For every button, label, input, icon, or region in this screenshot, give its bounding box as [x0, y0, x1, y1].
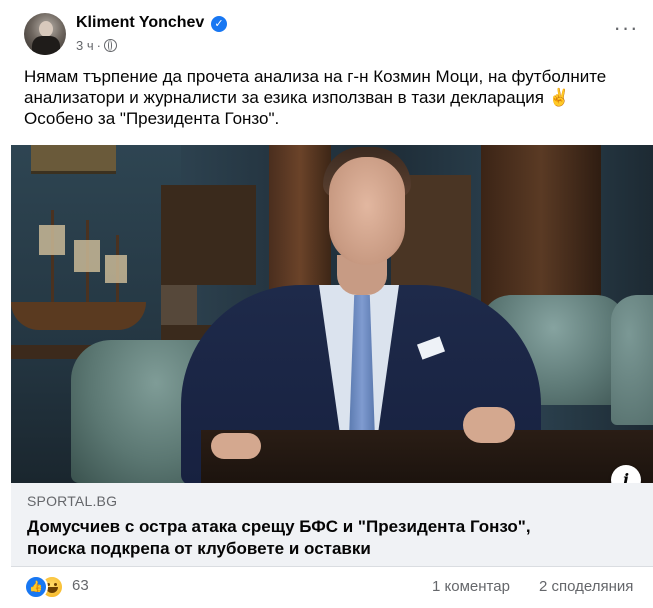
avatar-body [32, 36, 60, 55]
photo-desk [201, 430, 653, 483]
photo-armchair [611, 295, 653, 425]
post-text-line: Нямам търпение да прочета анализа на г-н… [24, 67, 607, 86]
facebook-post: Kliment Yonchev ✓ 3 ч · ··· Нямам търпени… [0, 0, 653, 608]
link-preview[interactable]: SPORTAL.BG Домусчиев с остра атака срещу… [11, 483, 653, 567]
avatar-head [39, 21, 53, 37]
shares-count[interactable]: 2 споделяния [539, 578, 633, 595]
verified-badge-icon: ✓ [211, 16, 227, 32]
link-preview-image[interactable] [11, 145, 653, 483]
post-text-line: Особено за "Президента Гонзо". [24, 109, 280, 128]
post-meta: 3 ч · [76, 38, 117, 53]
globe-icon[interactable] [103, 39, 117, 52]
link-source: SPORTAL.BG [27, 493, 118, 509]
link-title-line: Домусчиев с остра атака срещу БФС и "Пре… [27, 517, 531, 536]
author-name[interactable]: Kliment Yonchev [76, 14, 204, 32]
post-text: Нямам търпение да прочета анализа на г-н… [24, 66, 639, 129]
post-time[interactable]: 3 ч [76, 38, 94, 53]
photo-frame [31, 145, 116, 174]
meta-separator: · [96, 38, 101, 53]
photo-face [329, 157, 405, 265]
more-options-icon[interactable]: ··· [613, 17, 639, 42]
photo-hand [463, 407, 515, 443]
photo-hand [211, 433, 261, 459]
comments-count[interactable]: 1 коментар [432, 578, 510, 595]
photo-ship-model [11, 210, 151, 335]
like-icon: 👍 [24, 575, 48, 599]
author-avatar[interactable] [24, 13, 66, 55]
post-text-line: анализатори и журналисти за езика използ… [24, 88, 570, 107]
photo-ship-model [161, 185, 256, 345]
link-title-line: поиска подкрепа от клубовете и оставки [27, 539, 371, 558]
reaction-count: 63 [72, 577, 89, 594]
link-title: Домусчиев с остра атака срещу БФС и "Пре… [27, 516, 637, 560]
